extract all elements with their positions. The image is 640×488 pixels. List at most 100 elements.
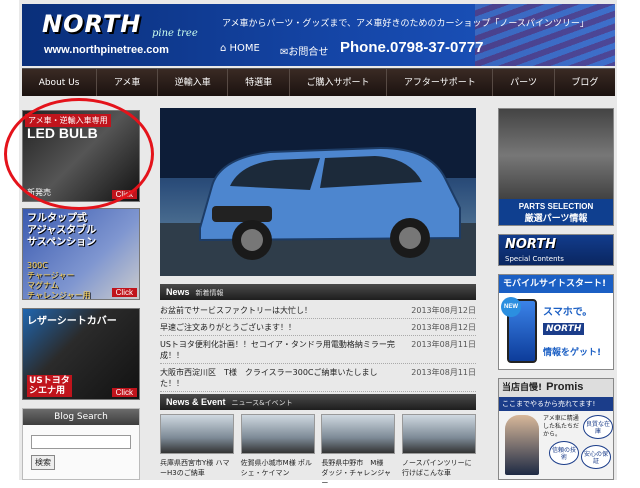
suspension-model-300c: 300C: [27, 261, 48, 270]
news-item-date: 2013年08月11日: [411, 340, 476, 349]
suspension-line-2: アジャスタブル: [27, 225, 97, 236]
site-header: NORTH pine tree www.northpinetree.com アメ…: [22, 4, 615, 66]
minivan-illustration: [160, 108, 476, 276]
event-thumbnail[interactable]: [160, 414, 234, 454]
promise-quote: アメ車に精通した私たちだから。: [543, 415, 580, 438]
parts-selection-banner[interactable]: PARTS SELECTION 厳選パーツ情報: [498, 108, 614, 226]
nav-blog[interactable]: ブログ: [555, 69, 615, 96]
promise-banner[interactable]: 当店自慢! Promis ここまでやるから売れてます! アメ車に精通した私たちだか…: [498, 378, 614, 480]
list-item[interactable]: 早速ご注文ありがとうございます！！ 2013年08月12日: [160, 319, 476, 336]
contact-link[interactable]: ✉お問合せ: [280, 43, 328, 58]
news-title: News: [166, 287, 190, 297]
mobile-banner-line2: NORTH: [543, 323, 585, 335]
home-icon: ⌂: [220, 43, 230, 54]
site-logo[interactable]: NORTH: [42, 10, 141, 38]
suspension-model-magnum: マグナム: [27, 281, 59, 290]
event-card[interactable]: ノースパインツリーに行けばこんな車: [401, 414, 476, 488]
blog-search-button[interactable]: 検索: [31, 455, 55, 470]
suspension-model-charger: チャージャー: [27, 271, 75, 280]
suspension-model-challenger: チャレンジャー用: [27, 291, 91, 300]
us-flag-graphic: [475, 4, 615, 66]
suspension-line-1: フルタップ式: [27, 213, 87, 224]
nav-selected-cars[interactable]: 特選車: [228, 69, 290, 96]
home-link-label: HOME: [229, 43, 260, 54]
event-card[interactable]: 佐賀県小城市M様 ポルシェ・ケイマン: [240, 414, 315, 488]
seat-banner-model-line2: シエナ用: [29, 386, 66, 396]
suspension-line-3: サスペンション: [27, 237, 97, 248]
news-item-title[interactable]: 大阪市西淀川区 T様 クライスラー300Cご納車いたしました！！: [160, 367, 400, 389]
special-contents-label: Special Contents: [505, 255, 564, 263]
events-subtitle: ニュース&イベント: [231, 399, 293, 407]
event-caption[interactable]: ノースパインツリーに行けばこんな車: [402, 458, 476, 478]
hero-image[interactable]: [160, 108, 476, 276]
suspension-banner-models: 300C チャージャー マグナム チャレンジャー用: [27, 261, 91, 300]
parts-selection-subtitle: 厳選パーツ情報: [524, 214, 588, 224]
news-item-title[interactable]: お盆前でサービスファクトリーは大忙し！: [160, 305, 400, 316]
promise-badge-stock: 良質な在庫: [583, 415, 613, 439]
nav-parts[interactable]: パーツ: [493, 69, 555, 96]
event-caption[interactable]: 兵庫県西宮市Y様 ハマーH3のご納車: [160, 458, 234, 478]
highlight-circle: [4, 98, 154, 210]
news-item-date: 2013年08月12日: [411, 323, 476, 332]
staff-photo: [505, 415, 539, 475]
new-badge: NEW: [501, 297, 521, 317]
special-contents-banner[interactable]: NORTH Special Contents: [498, 234, 614, 266]
list-item[interactable]: 大阪市西淀川区 T様 クライスラー300Cご納車いたしました！！ 2013年08月…: [160, 364, 476, 392]
event-caption[interactable]: 長野県中野市 M様 ダッジ・チャレンジャー: [321, 458, 395, 488]
seat-banner-title: レザーシートカバー: [27, 316, 117, 327]
main-nav: About Us アメ車 逆輸入車 特選車 ご購入サポート アフターサポート パ…: [22, 68, 615, 96]
event-card[interactable]: 長野県中野市 M様 ダッジ・チャレンジャー: [321, 414, 396, 488]
event-card[interactable]: 兵庫県西宮市Y様 ハマーH3のご納車: [160, 414, 234, 488]
list-item[interactable]: USトヨタ便利化計画！！セコイア・タンドラ用電動格納ミラー完成！！ 2013年08…: [160, 336, 476, 364]
special-contents-logo: NORTH: [505, 237, 557, 252]
seat-banner-click[interactable]: Click: [111, 388, 137, 397]
nav-after-support[interactable]: アフターサポート: [387, 69, 494, 96]
suspension-banner-title: フルタップ式 アジャスタブル サスペンション: [27, 213, 96, 249]
parts-selection-caption: PARTS SELECTION 厳選パーツ情報: [499, 199, 613, 225]
news-item-date: 2013年08月12日: [411, 306, 476, 315]
nav-american-cars[interactable]: アメ車: [97, 69, 159, 96]
mobile-banner-title: モバイルサイトスタート!: [499, 275, 613, 293]
events-section-header: News & Event ニュース&イベント: [160, 394, 476, 410]
seat-banner-model: USトヨタ シエナ用: [27, 375, 72, 397]
list-item[interactable]: お盆前でサービスファクトリーは大忙し！ 2013年08月12日: [160, 302, 476, 319]
events-title: News & Event: [166, 397, 226, 407]
mobile-banner-line3: 情報をゲット!: [543, 348, 602, 358]
mobile-banner-line1: スマホで。: [543, 307, 593, 318]
promise-bar: ここまでやるから売れてます!: [499, 397, 613, 411]
nav-purchase-support[interactable]: ご購入サポート: [290, 69, 388, 96]
mobile-site-banner[interactable]: モバイルサイトスタート! NEW スマホで。 NORTH 情報をゲット!: [498, 274, 614, 370]
news-item-date: 2013年08月11日: [411, 368, 476, 377]
nav-about-us[interactable]: About Us: [22, 69, 98, 96]
blog-search-input[interactable]: [31, 435, 131, 449]
event-thumbnail[interactable]: [240, 414, 315, 454]
nav-reimported-cars[interactable]: 逆輸入車: [158, 69, 229, 96]
phone-number: Phone.0798-37-0777: [340, 39, 484, 56]
news-item-title[interactable]: USトヨタ便利化計画！！セコイア・タンドラ用電動格納ミラー完成！！: [160, 339, 400, 361]
parts-selection-title: PARTS SELECTION: [518, 202, 594, 211]
promise-badge-warranty: 安心の保証: [581, 445, 611, 469]
contact-link-label: お問合せ: [288, 47, 329, 58]
promise-head: 当店自慢!: [502, 383, 543, 393]
seat-cover-banner[interactable]: レザーシートカバー USトヨタ シエナ用 Click: [22, 308, 140, 400]
suspension-banner[interactable]: フルタップ式 アジャスタブル サスペンション 300C チャージャー マグナム …: [22, 208, 140, 300]
news-section-header: News 新着情報: [160, 284, 476, 300]
seat-banner-model-line1: USトヨタ: [29, 376, 70, 386]
promise-brand: Promis: [546, 381, 584, 393]
event-thumbnail[interactable]: [401, 414, 476, 454]
events-grid: 兵庫県西宮市Y様 ハマーH3のご納車 佐賀県小城市M様 ポルシェ・ケイマン 長野…: [160, 414, 476, 488]
event-caption[interactable]: 佐賀県小城市M様 ポルシェ・ケイマン: [241, 458, 315, 478]
site-tagline: アメ車からパーツ・グッズまで、アメ車好きのためのカーショップ「ノースパインツリー…: [222, 19, 589, 29]
blog-search-title: Blog Search: [23, 409, 139, 425]
promise-header: 当店自慢! Promis: [499, 379, 613, 397]
event-thumbnail[interactable]: [321, 414, 396, 454]
promise-badge-tech: 信頼の技術: [549, 441, 579, 465]
site-url: www.northpinetree.com: [44, 44, 169, 56]
site-logo-script: pine tree: [152, 28, 198, 39]
suspension-banner-click[interactable]: Click: [111, 288, 137, 297]
news-subtitle: 新着情報: [195, 289, 224, 297]
news-list: お盆前でサービスファクトリーは大忙し！ 2013年08月12日 早速ご注文ありがと…: [160, 302, 476, 392]
blog-search-box: Blog Search 検索: [22, 408, 140, 480]
home-link[interactable]: ⌂ HOME: [220, 43, 260, 54]
news-item-title[interactable]: 早速ご注文ありがとうございます！！: [160, 322, 400, 333]
